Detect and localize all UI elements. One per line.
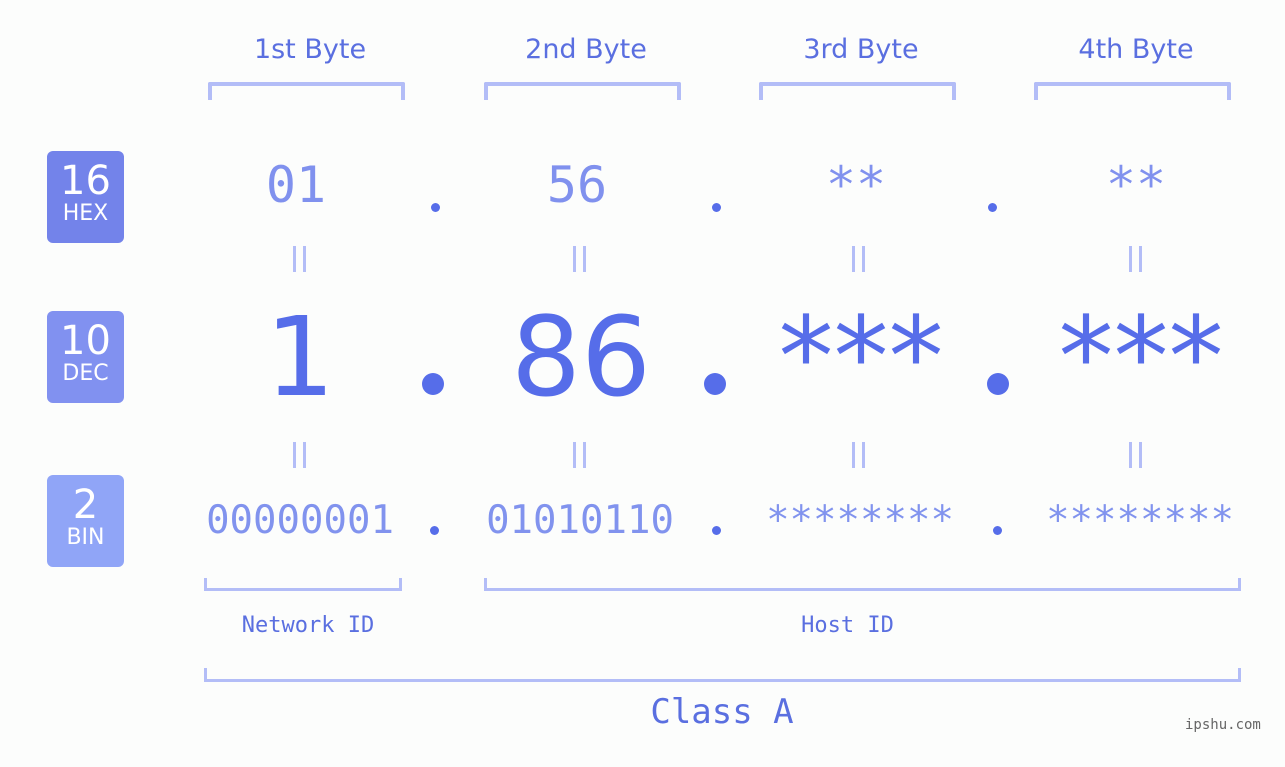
dec-value-2: 86 (511, 293, 651, 421)
hex-value-1: 01 (265, 156, 327, 214)
bin-badge-label: BIN (66, 525, 105, 550)
equals-icon (829, 434, 889, 483)
dec-badge-label: DEC (62, 361, 109, 386)
bin-dot-1 (430, 526, 439, 535)
hex-badge-number: 16 (60, 158, 111, 204)
hex-dot-2 (712, 203, 721, 212)
equals-icon (1106, 238, 1166, 287)
dec-dot-2 (704, 373, 726, 395)
byte-bracket-3 (759, 82, 956, 100)
bin-value-3: ******** (766, 498, 954, 543)
byte-title-3: 3rd Byte (803, 34, 919, 65)
equals-icon (550, 434, 610, 483)
class-label: Class A (650, 692, 794, 732)
dec-dot-1 (422, 373, 444, 395)
hex-badge: 16 HEX (47, 151, 124, 243)
bin-value-2: 01010110 (486, 498, 674, 543)
dec-value-1: 1 (265, 293, 335, 421)
dec-badge: 10 DEC (47, 311, 124, 403)
equals-icon (829, 238, 889, 287)
hex-dot-1 (431, 203, 440, 212)
byte-title-4: 4th Byte (1078, 34, 1194, 65)
host-id-bracket (484, 578, 1241, 591)
dec-dot-3 (987, 373, 1009, 395)
byte-bracket-2 (484, 82, 681, 100)
byte-title-1: 1st Byte (253, 34, 367, 65)
dec-value-3: *** (778, 293, 944, 421)
bin-value-4: ******** (1046, 498, 1234, 543)
hex-value-3: ** (825, 156, 887, 214)
byte-bracket-1 (208, 82, 405, 100)
bin-value-1: 00000001 (206, 498, 394, 543)
host-id-label: Host ID (801, 613, 894, 638)
bin-badge-number: 2 (72, 482, 99, 528)
bin-dot-2 (712, 526, 721, 535)
hex-value-4: ** (1105, 156, 1167, 214)
network-id-label: Network ID (241, 613, 375, 638)
equals-icon (270, 434, 330, 483)
equals-icon (1106, 434, 1166, 483)
hex-badge-label: HEX (62, 201, 109, 226)
dec-badge-number: 10 (60, 318, 111, 364)
hex-value-2: 56 (546, 156, 608, 214)
network-id-bracket (204, 578, 402, 591)
watermark: ipshu.com (1185, 717, 1261, 733)
bin-dot-3 (993, 526, 1002, 535)
class-bracket (204, 668, 1241, 682)
hex-dot-3 (988, 203, 997, 212)
dec-value-4: *** (1058, 293, 1224, 421)
byte-bracket-4 (1034, 82, 1231, 100)
equals-icon (270, 238, 330, 287)
byte-title-2: 2nd Byte (525, 34, 647, 65)
equals-icon (550, 238, 610, 287)
bin-badge: 2 BIN (47, 475, 124, 567)
